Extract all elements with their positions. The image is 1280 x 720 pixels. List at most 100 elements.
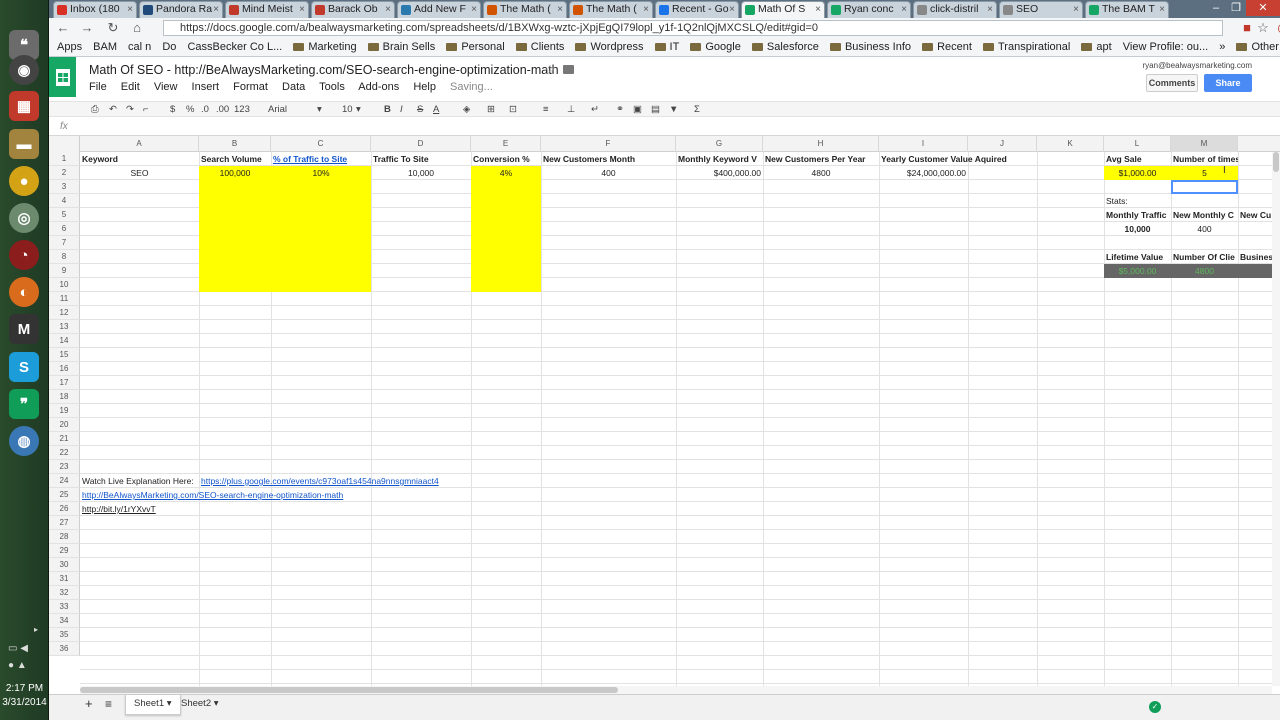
close-icon[interactable]: × [127,2,133,17]
home-icon[interactable]: ⌂ [129,20,145,36]
cell-m9[interactable]: 4800 [1171,264,1238,278]
cell-d1[interactable]: Traffic To Site [371,152,471,166]
cell-m5[interactable]: New Monthly C [1171,208,1238,222]
row-header[interactable]: 9 [49,264,80,278]
tray-icons-2[interactable]: ● ▲ [8,660,27,671]
text-wrap-icon[interactable]: ↵ [591,103,599,116]
cell-a1[interactable]: Keyword [80,152,199,166]
share-button[interactable]: Share [1204,74,1252,92]
menu-edit[interactable]: Edit [121,81,140,93]
back-icon[interactable]: ← [55,20,71,36]
row-header[interactable]: 33 [49,600,80,614]
user-email[interactable]: ryan@bealwaysmarketing.com [1143,61,1253,70]
column-header-e[interactable]: E [471,136,541,152]
print-icon[interactable]: ⎙ [91,103,99,116]
decrease-decimal-button[interactable]: .0 [201,103,209,116]
row-header[interactable]: 32 [49,586,80,600]
font-dropdown-icon[interactable]: ▾ [317,103,322,116]
row-header[interactable]: 29 [49,544,80,558]
skype-icon[interactable]: S [9,352,39,382]
column-header-h[interactable]: H [763,136,879,152]
column-header-m[interactable]: M [1171,136,1238,152]
bookmark-folder[interactable]: Wordpress [575,38,643,56]
browser-tab[interactable]: click-distril × [913,1,997,18]
row-header[interactable]: 2 [49,166,80,180]
italic-button[interactable]: I [400,103,403,116]
browser-tab[interactable]: The Math (× [483,1,567,18]
cell-c2[interactable]: 10% [271,166,371,180]
clock-icon[interactable]: ◔ [9,240,39,270]
globe-icon[interactable]: ◍ [9,426,39,456]
cell-m6[interactable]: 400 [1171,222,1238,236]
bookmark-folder[interactable]: Recent [922,38,972,56]
fill-color-icon[interactable]: ◈ [463,103,470,116]
column-header-g[interactable]: G [676,136,763,152]
cell-b1[interactable]: Search Volume [199,152,271,166]
column-header-j[interactable]: J [968,136,1037,152]
bold-button[interactable]: B [384,103,391,116]
browser-tab[interactable]: Pandora Ra × [139,1,223,18]
close-icon[interactable]: × [385,2,391,17]
minimize-icon[interactable]: – [1206,0,1226,16]
paint-format-icon[interactable]: ⌐ [143,103,149,116]
horizontal-scroll-thumb[interactable] [80,687,618,693]
cell-h2[interactable]: 4800 [763,166,879,180]
comments-button[interactable]: Comments [1146,74,1198,92]
browser-tab[interactable]: Inbox (180 × [53,1,137,18]
menu-data[interactable]: Data [282,81,305,93]
column-header-l[interactable]: L [1104,136,1171,152]
font-size-dropdown-icon[interactable]: ▾ [356,103,361,116]
cell-e2[interactable]: 4% [471,166,541,180]
menu-help[interactable]: Help [413,81,436,93]
bookmark-apps[interactable]: Apps [57,38,82,56]
column-header-b[interactable]: B [199,136,271,152]
row-header[interactable]: 26 [49,502,80,516]
column-header-c[interactable]: C [271,136,371,152]
row-header[interactable]: 22 [49,446,80,460]
document-title[interactable]: Math Of SEO - http://BeAlwaysMarketing.c… [89,63,559,77]
cell-l4[interactable]: Stats: [1104,194,1171,208]
insert-link-icon[interactable]: ⚭ [616,103,624,116]
bookmark-folder[interactable]: IT [654,38,679,56]
strikethrough-button[interactable]: S [417,103,423,116]
filter-icon[interactable]: ▼ [669,103,678,116]
tray-icons[interactable]: ▭ ◀ [8,643,28,654]
horizontal-scrollbar[interactable] [80,686,1272,694]
row-header[interactable]: 27 [49,516,80,530]
close-icon[interactable]: × [729,2,735,17]
close-icon[interactable]: × [471,2,477,17]
merge-cells-icon[interactable]: ⊡ [509,103,517,116]
row-header[interactable]: 12 [49,306,80,320]
hangouts-icon[interactable]: ❞ [9,389,39,419]
menu-file[interactable]: File [89,81,107,93]
menu-view[interactable]: View [154,81,178,93]
selected-cell-outline[interactable] [1171,180,1238,194]
chrome-icon[interactable]: ◎ [9,203,39,233]
folder-icon[interactable]: ▬ [9,129,39,159]
browser-tab[interactable]: Mind Meist × [225,1,309,18]
browser-tab[interactable]: Ryan conc × [827,1,911,18]
firefox-icon[interactable]: ◐ [9,277,39,307]
close-icon[interactable]: × [815,2,821,17]
bookmark[interactable]: cal n [128,38,151,56]
browser-tab[interactable]: The BAM T × [1085,1,1169,18]
row-header[interactable]: 15 [49,348,80,362]
close-icon[interactable]: × [557,2,563,17]
row-header[interactable]: 17 [49,376,80,390]
url-input[interactable]: https://docs.google.com/a/bealwaysmarket… [163,20,1223,36]
cell-f2[interactable]: 400 [541,166,676,180]
cell-e1[interactable]: Conversion % [471,152,541,166]
close-icon[interactable]: × [901,2,907,17]
column-header-d[interactable]: D [371,136,471,152]
close-icon[interactable]: × [1073,2,1079,17]
cell-l5[interactable]: Monthly Traffic [1104,208,1171,222]
bookmark[interactable]: BAM [93,38,117,56]
row-header[interactable]: 28 [49,530,80,544]
browser-tab[interactable]: Barack Ob × [311,1,395,18]
bookmark-folder[interactable]: Brain Sells [367,38,435,56]
cell-b24[interactable]: https://plus.google.com/events/c973oaf1s… [199,474,599,488]
browser-tab[interactable]: The Math (× [569,1,653,18]
row-header[interactable]: 3 [49,180,80,194]
horizontal-align-icon[interactable]: ≡ [543,103,549,116]
browser-tab[interactable]: Recent - Go × [655,1,739,18]
